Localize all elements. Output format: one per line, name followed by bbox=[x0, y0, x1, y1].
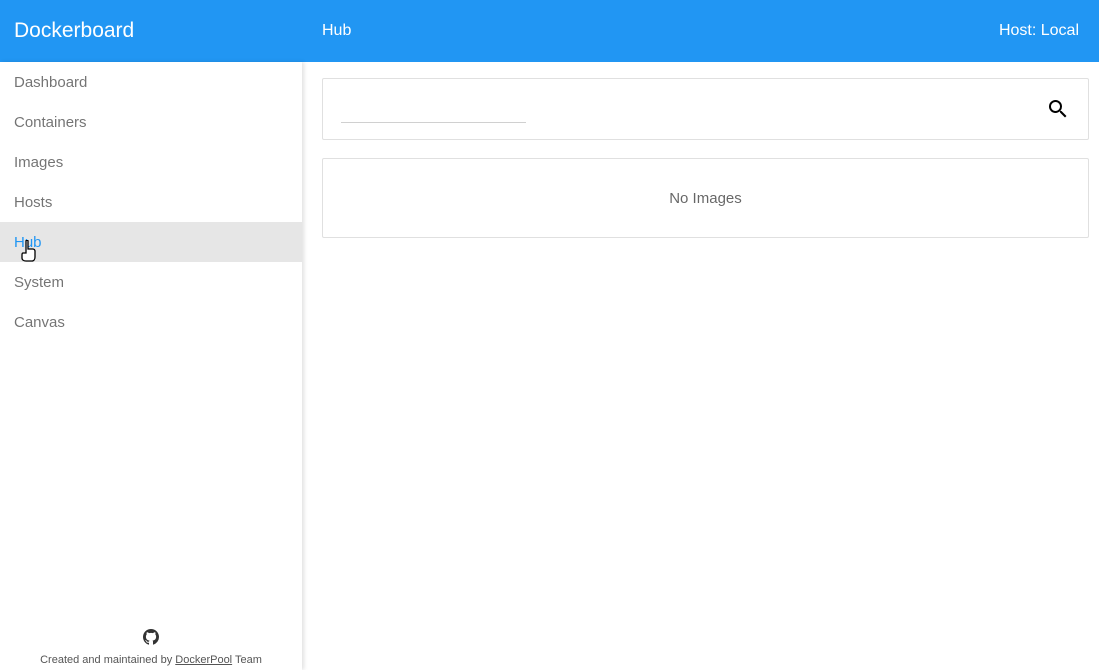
footer-credit: Created and maintained by DockerPool Tea… bbox=[0, 654, 302, 666]
sidebar-item-hub[interactable]: Hub bbox=[0, 222, 302, 262]
sidebar: Dashboard Containers Images Hosts Hub Sy… bbox=[0, 62, 302, 670]
sidebar-list: Dashboard Containers Images Hosts Hub Sy… bbox=[0, 62, 302, 629]
sidebar-item-canvas[interactable]: Canvas bbox=[0, 302, 302, 342]
search-icon bbox=[1046, 97, 1070, 121]
main-content: No Images bbox=[302, 62, 1099, 670]
search-input[interactable] bbox=[341, 95, 526, 123]
sidebar-item-dashboard[interactable]: Dashboard bbox=[0, 62, 302, 102]
github-icon[interactable] bbox=[0, 629, 302, 648]
topbar-right: Hub Host: Local bbox=[302, 0, 1099, 62]
empty-state: No Images bbox=[322, 158, 1089, 238]
sidebar-item-containers[interactable]: Containers bbox=[0, 102, 302, 142]
host-selector[interactable]: Host: Local bbox=[999, 22, 1079, 40]
footer-prefix: Created and maintained by bbox=[40, 654, 175, 666]
app-name[interactable]: Dockerboard bbox=[0, 0, 302, 62]
search-card bbox=[322, 78, 1089, 140]
footer-link[interactable]: DockerPool bbox=[175, 654, 232, 666]
sidebar-item-images[interactable]: Images bbox=[0, 142, 302, 182]
search-button[interactable] bbox=[1046, 97, 1070, 121]
page-title: Hub bbox=[322, 22, 351, 40]
sidebar-footer: Created and maintained by DockerPool Tea… bbox=[0, 629, 302, 670]
empty-text: No Images bbox=[669, 190, 742, 207]
sidebar-item-hosts[interactable]: Hosts bbox=[0, 182, 302, 222]
sidebar-item-system[interactable]: System bbox=[0, 262, 302, 302]
topbar: Dockerboard Hub Host: Local bbox=[0, 0, 1099, 62]
footer-suffix: Team bbox=[232, 654, 262, 666]
